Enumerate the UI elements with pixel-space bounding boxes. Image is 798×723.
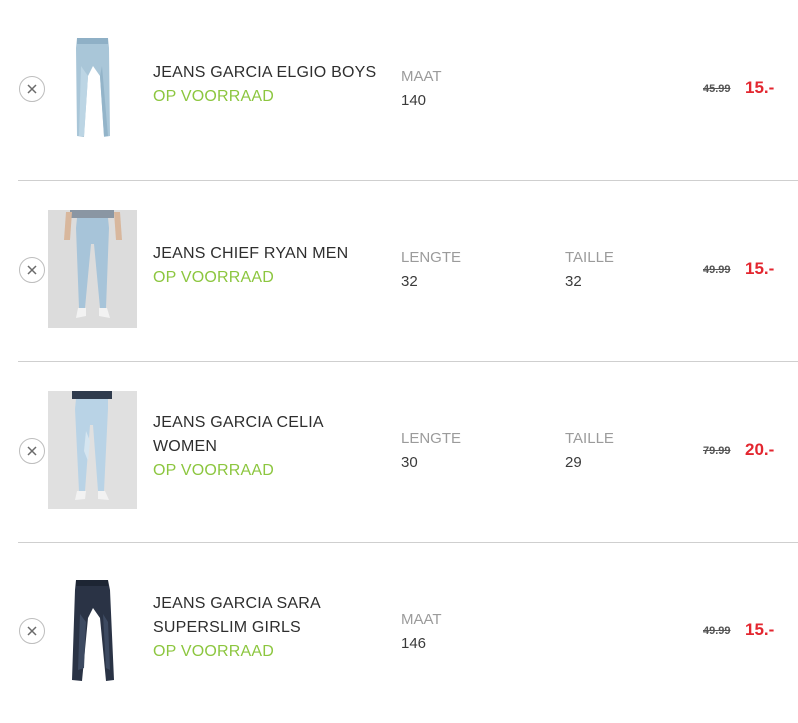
remove-item-button[interactable]: [19, 438, 45, 464]
attribute-value: 32: [401, 273, 418, 290]
remove-item-button[interactable]: [19, 618, 45, 644]
remove-item-button[interactable]: [19, 76, 45, 102]
original-price: 79.99: [703, 445, 731, 457]
product-name-line: WOMEN: [153, 438, 218, 455]
length-attribute: LENGTE 30: [401, 427, 461, 475]
product-image[interactable]: [48, 391, 137, 509]
cart-item: JEANS GARCIA SARA SUPERSLIM GIRLS OP VOO…: [0, 543, 798, 723]
attribute-label: MAAT: [401, 68, 442, 85]
attribute-label: LENGTE: [401, 430, 462, 447]
attribute-label: MAAT: [401, 611, 442, 628]
attribute-value: 146: [401, 635, 427, 652]
attribute-label: LENGTE: [401, 249, 462, 266]
cart-item: JEANS GARCIA CELIA WOMEN OP VOORRAAD LEN…: [0, 362, 798, 542]
close-icon: [27, 84, 37, 94]
sale-price: 15.-: [745, 78, 775, 97]
attribute-value: 32: [565, 273, 582, 290]
attribute-value: 29: [565, 454, 582, 471]
shopping-cart-list: JEANS GARCIA ELGIO BOYS OP VOORRAAD MAAT…: [0, 0, 798, 698]
size-attribute: MAAT 146: [401, 608, 442, 656]
product-name[interactable]: JEANS GARCIA CELIA WOMEN OP VOORRAAD: [153, 411, 378, 483]
product-name[interactable]: JEANS GARCIA ELGIO BOYS OP VOORRAAD: [153, 61, 378, 109]
close-icon: [27, 626, 37, 636]
original-price: 49.99: [703, 264, 731, 276]
original-price: 49.99: [703, 625, 731, 637]
close-icon: [27, 265, 37, 275]
product-image[interactable]: [48, 210, 137, 328]
product-image[interactable]: [48, 36, 137, 154]
remove-item-button[interactable]: [19, 257, 45, 283]
attribute-value: 30: [401, 454, 418, 471]
product-image[interactable]: [48, 578, 137, 696]
sale-price: 15.-: [745, 259, 775, 278]
product-name-line: JEANS GARCIA ELGIO BOYS: [153, 64, 377, 81]
product-name-line: JEANS CHIEF RYAN MEN: [153, 245, 349, 262]
attribute-value: 140: [401, 92, 427, 109]
stock-status: OP VOORRAAD: [153, 462, 275, 479]
waist-attribute: TAILLE 29: [565, 427, 614, 475]
product-name-line: JEANS GARCIA CELIA: [153, 414, 324, 431]
sale-price: 15.-: [745, 620, 775, 639]
product-name-line: JEANS GARCIA SARA: [153, 595, 321, 612]
stock-status: OP VOORRAAD: [153, 643, 275, 660]
attribute-label: TAILLE: [565, 430, 614, 447]
stock-status: OP VOORRAAD: [153, 269, 275, 286]
sale-price: 20.-: [745, 440, 775, 459]
waist-attribute: TAILLE 32: [565, 246, 614, 294]
stock-status: OP VOORRAAD: [153, 88, 275, 105]
close-icon: [27, 446, 37, 456]
original-price: 45.99: [703, 83, 731, 95]
size-attribute: MAAT 140: [401, 65, 442, 113]
attribute-label: TAILLE: [565, 249, 614, 266]
product-name[interactable]: JEANS GARCIA SARA SUPERSLIM GIRLS OP VOO…: [153, 592, 378, 664]
cart-item: JEANS CHIEF RYAN MEN OP VOORRAAD LENGTE …: [0, 181, 798, 361]
product-name-line: SUPERSLIM GIRLS: [153, 619, 301, 636]
product-name[interactable]: JEANS CHIEF RYAN MEN OP VOORRAAD: [153, 242, 378, 290]
length-attribute: LENGTE 32: [401, 246, 461, 294]
cart-item: JEANS GARCIA ELGIO BOYS OP VOORRAAD MAAT…: [0, 0, 798, 180]
